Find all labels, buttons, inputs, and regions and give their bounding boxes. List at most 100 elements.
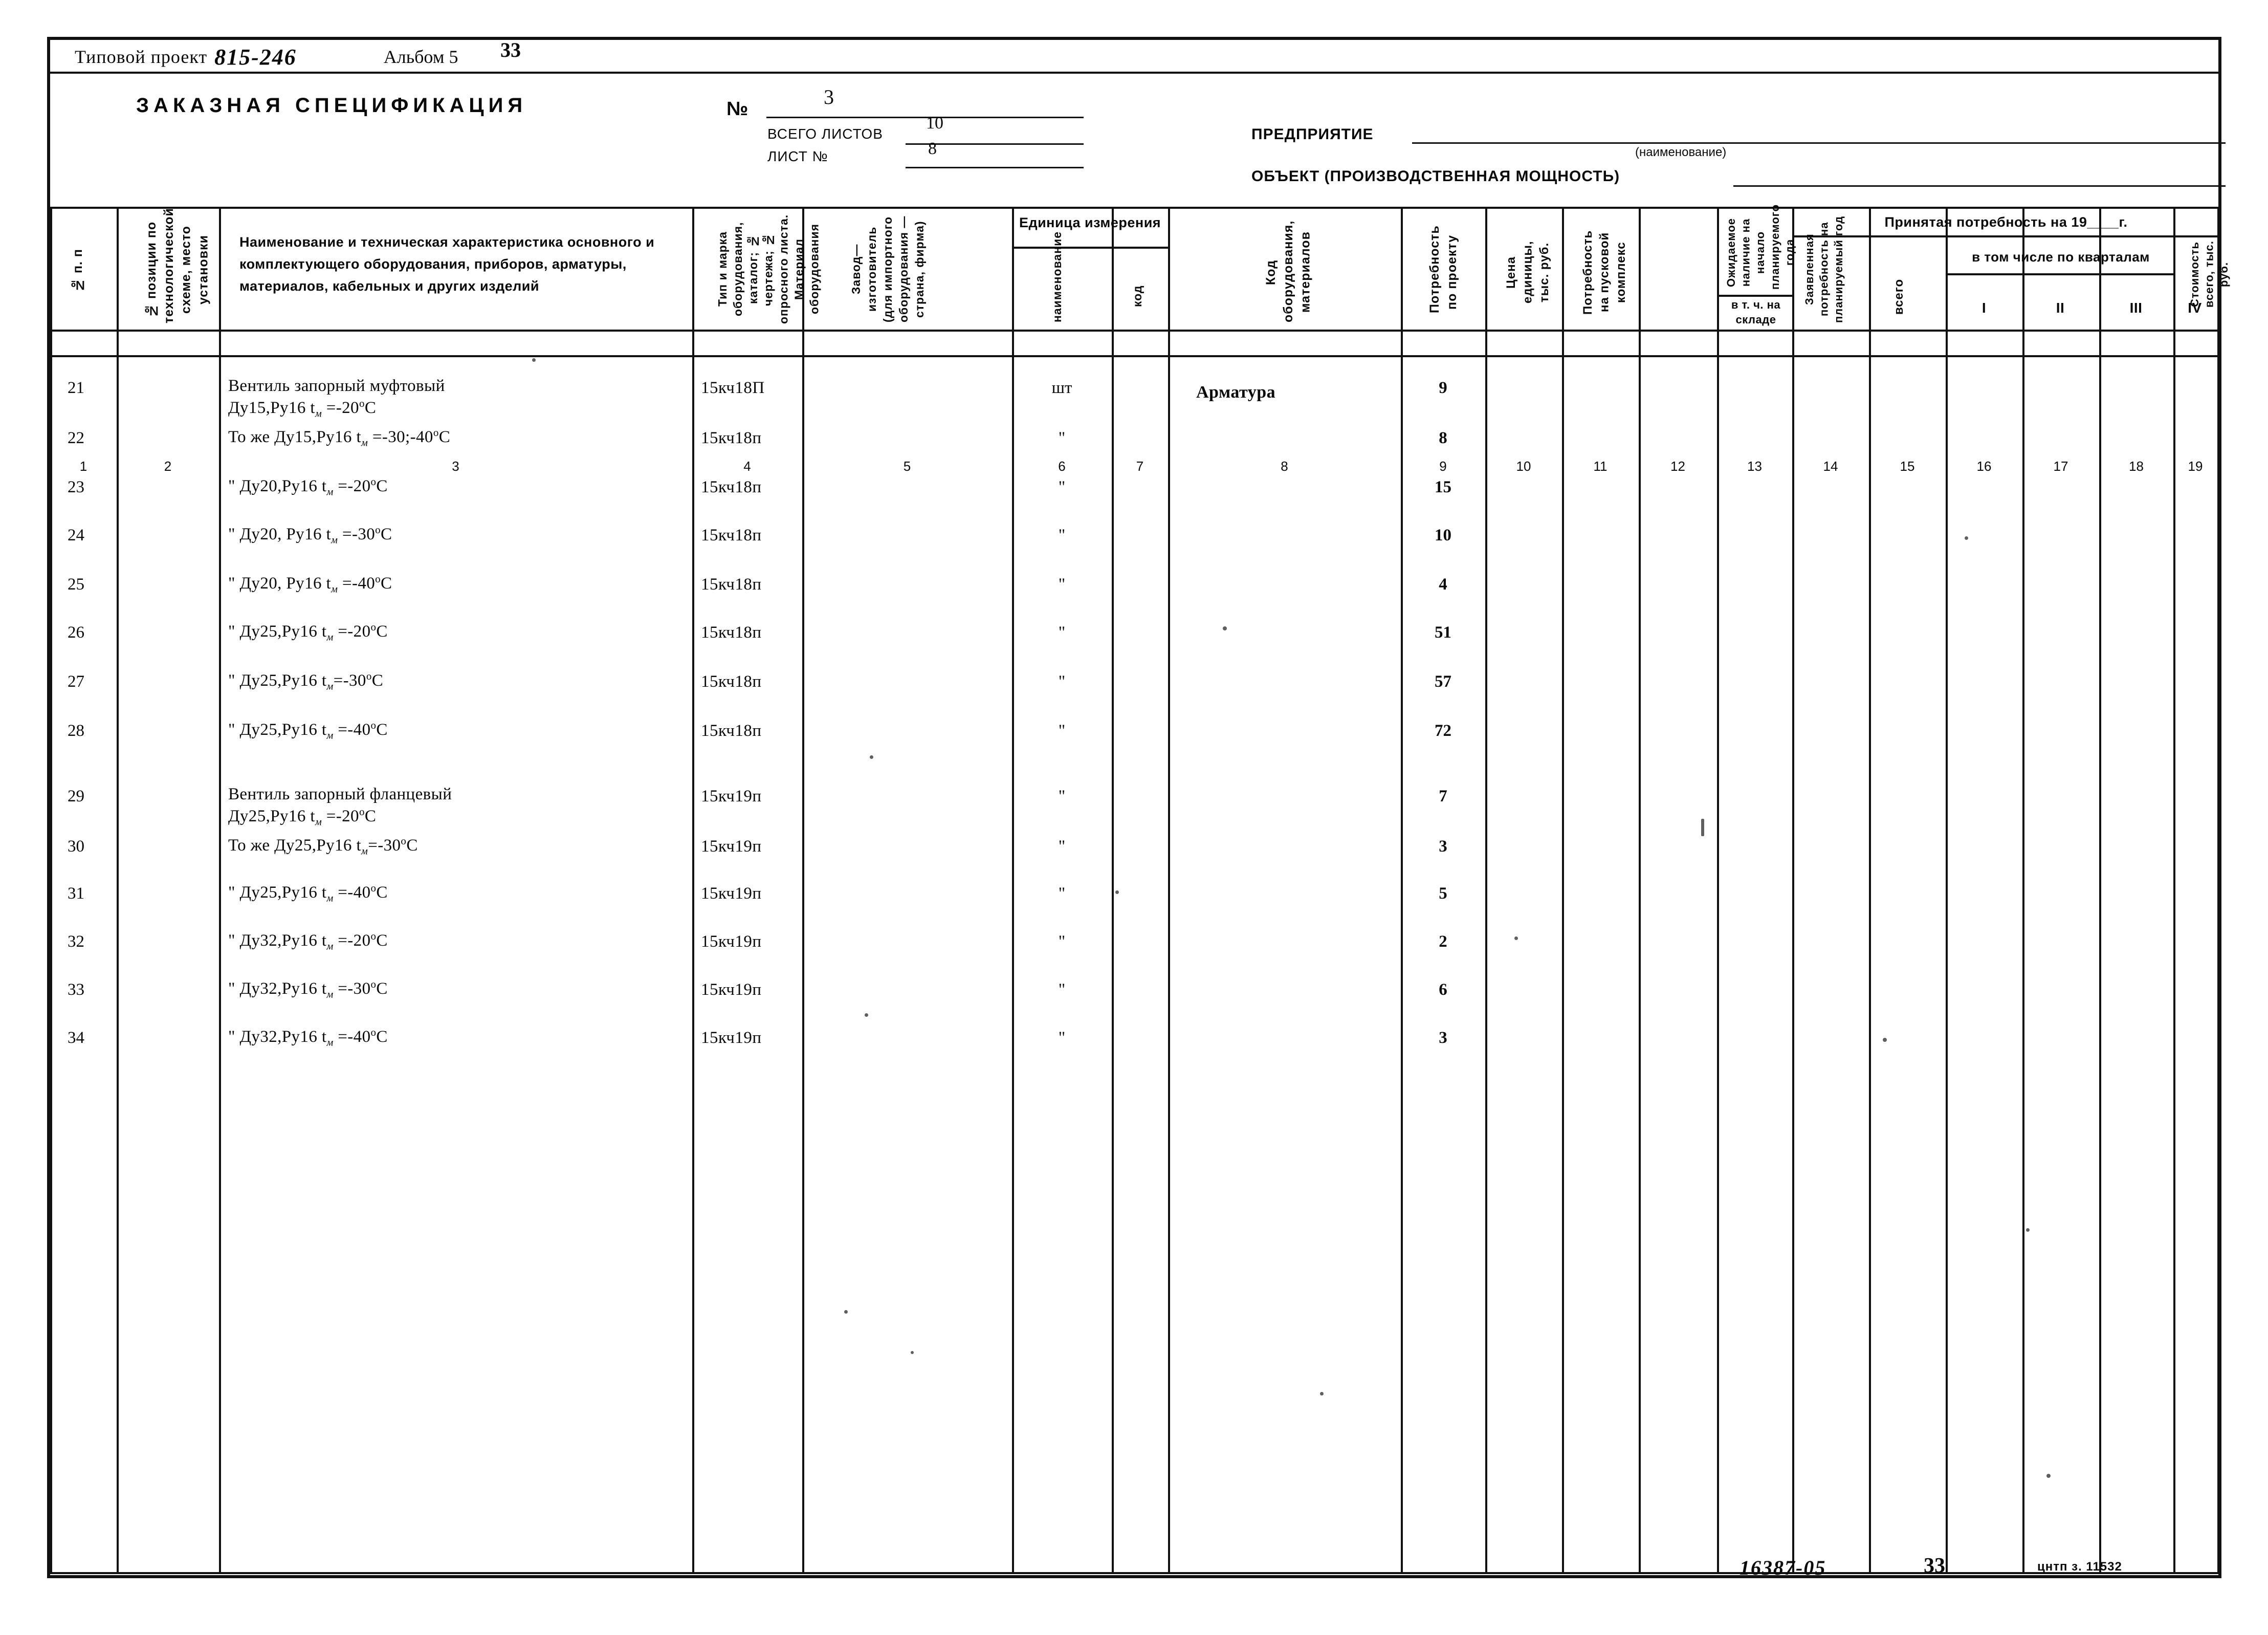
- row-type-mark: 15кч18п: [701, 722, 762, 740]
- object-rule: [1733, 185, 2226, 187]
- row-description: То же Ду15,Ру16 tм =-30;-40оС: [228, 426, 451, 449]
- row-number: 25: [68, 575, 84, 594]
- top-title-row: Типовой проект 815-246 Альбом 5 33: [50, 38, 2219, 74]
- row-description: " Ду25,Ру16 tм =-20оС: [228, 621, 388, 643]
- column-number-strip: 1 2 3 4 5 6 7 8 9 10 11 12 13 14 15 16 1…: [50, 330, 2219, 474]
- col-header-17: III: [2129, 300, 2143, 316]
- col-header-10: Цена единицы, тыс. руб.: [1504, 241, 1551, 304]
- total-sheets-label: ВСЕГО ЛИСТОВ: [767, 126, 883, 142]
- album-label: Альбом 5: [383, 47, 458, 67]
- col-header-2: № позиции по технологической схеме, мест…: [144, 208, 211, 323]
- table-header-zone: № п. п № позиции по технологической схем…: [50, 204, 2230, 330]
- row-type-mark: 15кч18п: [701, 478, 762, 496]
- row-number: 21: [68, 379, 84, 397]
- row-number: 34: [68, 1029, 84, 1047]
- row-number: 30: [68, 837, 84, 856]
- row-quantity: 2: [1439, 932, 1447, 951]
- col-header-15: I: [1981, 300, 1987, 316]
- footer-document-code: 16387-05: [1739, 1556, 1826, 1579]
- row-quantity: 5: [1439, 884, 1447, 903]
- row-unit: шт: [1051, 379, 1072, 397]
- scan-speck: [911, 1351, 914, 1354]
- row-unit: ": [1058, 429, 1066, 447]
- row-unit: ": [1058, 1029, 1066, 1047]
- col-header-8: Код оборудования, материалов: [1264, 220, 1313, 322]
- row-type-mark: 15кч18п: [701, 575, 762, 594]
- row-description: " Ду25,Ру16 tм=-30оС: [228, 670, 384, 692]
- project-label: Типовой проект: [75, 47, 208, 67]
- scan-speck: [1320, 1392, 1324, 1396]
- specification-header: ЗАКАЗНАЯ СПЕЦИФИКАЦИЯ № 3 ВСЕГО ЛИСТОВ 1…: [50, 77, 2226, 203]
- row-unit: ": [1058, 722, 1066, 740]
- sheet-number-label: ЛИСТ №: [767, 148, 828, 164]
- object-label: ОБЪЕКТ (ПРОИЗВОДСТВЕННАЯ МОЩНОСТЬ): [1251, 168, 1620, 185]
- row-type-mark: 15кч19п: [701, 932, 762, 951]
- spec-number-rule: [766, 117, 1084, 118]
- quarters-group-header: в том числе по кварталам: [1972, 249, 2150, 265]
- specification-title: ЗАКАЗНАЯ СПЕЦИФИКАЦИЯ: [136, 94, 527, 117]
- row-type-mark: 15кч18п: [701, 429, 762, 447]
- col-header-6: наименование: [1050, 231, 1064, 322]
- scan-speck: [1701, 819, 1704, 836]
- row-quantity: 51: [1435, 623, 1451, 642]
- enterprise-label: ПРЕДПРИЯТИЕ: [1251, 126, 1374, 143]
- row-unit: ": [1058, 980, 1066, 999]
- row-unit: ": [1058, 575, 1066, 594]
- scan-speck: [1883, 1038, 1887, 1042]
- row-quantity: 10: [1435, 526, 1451, 544]
- row-quantity: 3: [1439, 1029, 1447, 1047]
- row-number: 33: [68, 980, 84, 999]
- document-page: Типовой проект 815-246 Альбом 5 33 ЗАКАЗ…: [0, 0, 2268, 1635]
- row-quantity: 15: [1435, 478, 1451, 496]
- scan-speck: [2046, 1474, 2051, 1478]
- header-divider: [50, 72, 2219, 74]
- col-header-14: всего: [1892, 278, 1906, 315]
- row-unit: ": [1058, 623, 1066, 642]
- row-quantity: 7: [1439, 787, 1447, 805]
- col-header-1: № п. п: [71, 248, 85, 292]
- row-number: 31: [68, 884, 84, 903]
- row-quantity: 8: [1439, 429, 1447, 447]
- row-number: 24: [68, 526, 84, 544]
- scan-speck: [2026, 1228, 2030, 1232]
- footer-stamp: цнтп з. 11532: [2037, 1560, 2122, 1574]
- row-number: 28: [68, 722, 84, 740]
- enterprise-hint: (наименование): [1635, 145, 1727, 159]
- col-header-11: Потребность на пусковой комплекс: [1581, 230, 1628, 315]
- col-header-3: Наименование и техническая характеристик…: [239, 234, 655, 294]
- specification-table: № п. п № позиции по технологической схем…: [50, 204, 2230, 1574]
- row-unit: ": [1058, 932, 1066, 951]
- row-type-mark: 15кч19п: [701, 884, 762, 903]
- col-header-7: код: [1131, 285, 1144, 308]
- scan-speck: [532, 358, 536, 362]
- scan-speck: [1965, 536, 1968, 540]
- row-unit: ": [1058, 787, 1066, 805]
- sheet-number-value: 8: [928, 139, 937, 158]
- col-header-9: Потребность по проекту: [1427, 225, 1459, 313]
- sheet-number-rule: [906, 167, 1084, 168]
- col-header-12: Ожидаемое наличие на начало планируемого…: [1725, 204, 1796, 290]
- row-type-mark: 15кч18п: [701, 623, 762, 642]
- row-unit: ": [1058, 526, 1066, 544]
- row-quantity: 57: [1435, 672, 1451, 691]
- row-number: 27: [68, 672, 84, 691]
- row-number: 23: [68, 478, 84, 496]
- row-unit: ": [1058, 837, 1066, 856]
- unit-group-header: Единица измерения: [1019, 215, 1161, 230]
- row-description: " Ду20, Ру16 tм =-40оС: [228, 573, 392, 595]
- row-number: 29: [68, 787, 84, 805]
- row-description: То же Ду25,Ру16 tм=-30оС: [228, 835, 418, 857]
- row-type-mark: 15кч19п: [701, 787, 762, 805]
- spec-number-label: №: [726, 98, 748, 120]
- row-description: " Ду32,Ру16 tм =-30оС: [228, 978, 388, 1000]
- row-quantity: 72: [1435, 722, 1451, 740]
- col-header-16: II: [2056, 300, 2065, 316]
- row-description: " Ду25,Ру16 tм =-40оС: [228, 882, 388, 904]
- row-unit: ": [1058, 672, 1066, 691]
- row-description: Вентиль запорный фланцевый Ду25,Ру16 tм =…: [228, 785, 452, 828]
- row-type-mark: 15кч18п: [701, 526, 762, 544]
- row-description: " Ду20, Ру16 tм =-30оС: [228, 524, 392, 546]
- spec-number-value: 3: [824, 85, 834, 108]
- row-number: 32: [68, 932, 84, 951]
- col-header-12-sub: в т. ч. на складе: [1731, 298, 1781, 326]
